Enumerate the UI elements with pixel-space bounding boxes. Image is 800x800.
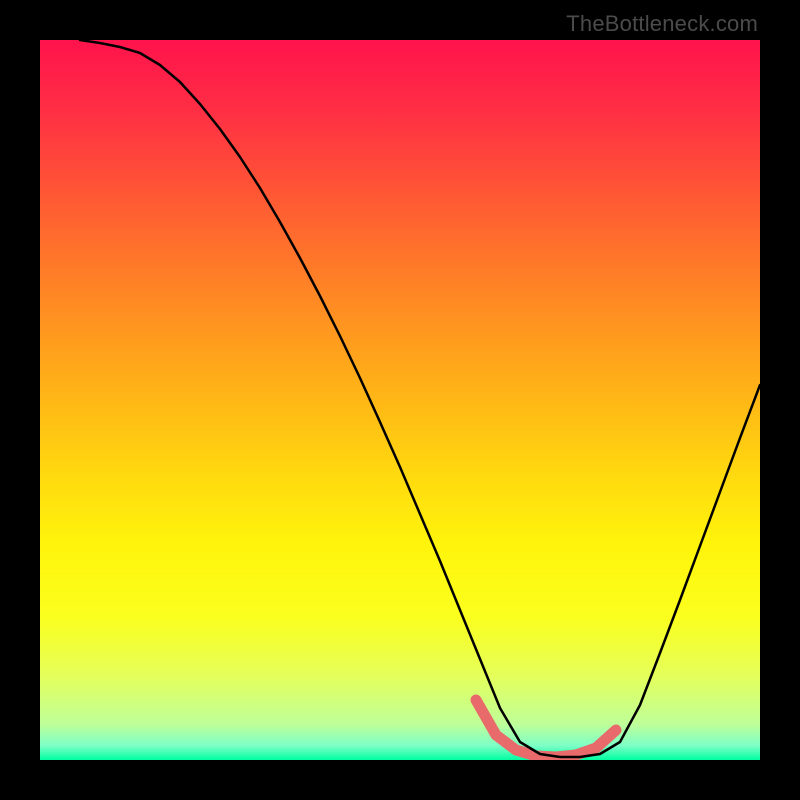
plot-area [40, 40, 760, 760]
chart-svg [40, 40, 760, 760]
chart-frame: TheBottleneck.com [0, 0, 800, 800]
black-curve-path [80, 40, 760, 757]
watermark-text: TheBottleneck.com [566, 11, 758, 37]
highlight-trough-path [476, 700, 616, 757]
